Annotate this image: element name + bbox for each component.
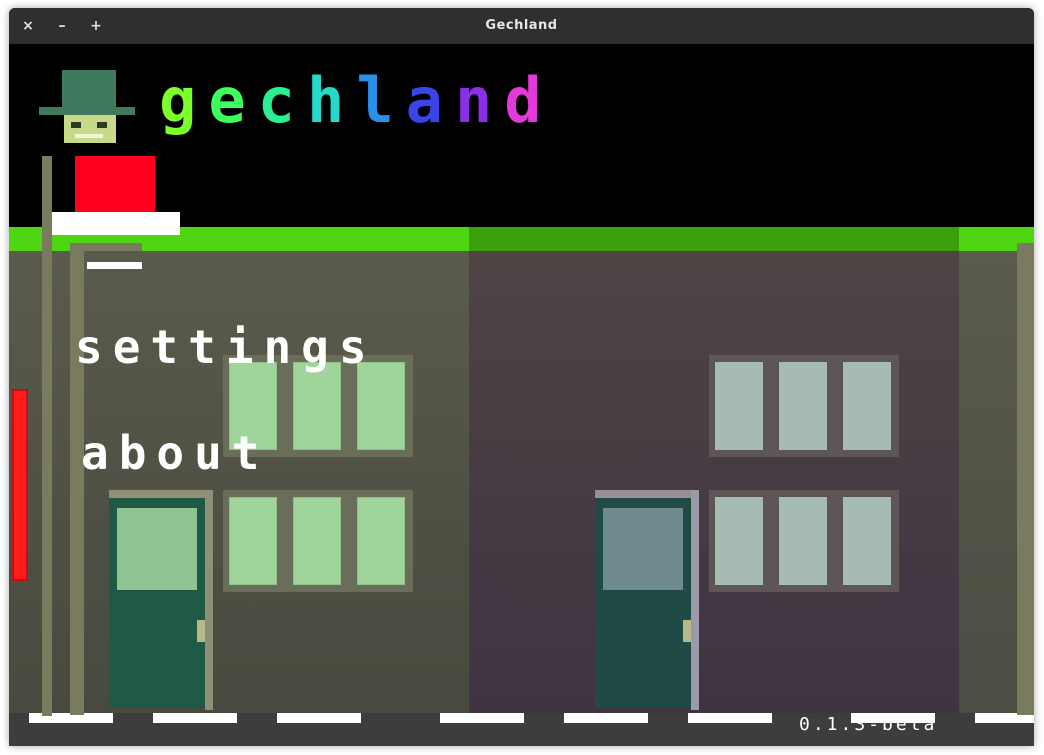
road-stripe (153, 713, 237, 723)
door-window (603, 508, 683, 590)
logo-letter: d (504, 64, 554, 137)
road-stripe (564, 713, 648, 723)
road-stripe (440, 713, 524, 723)
character-eye (71, 122, 81, 128)
house-window (715, 362, 763, 450)
house-window (843, 497, 891, 585)
house-window (293, 362, 341, 450)
game-logo: gechland (159, 70, 554, 132)
house-window (293, 497, 341, 585)
lamp-post (1017, 243, 1034, 715)
house-door (595, 498, 693, 708)
title-bar[interactable]: × – + Gechland (9, 8, 1034, 44)
house-window (357, 362, 405, 450)
character-coat (75, 156, 155, 214)
lamp-post (42, 156, 52, 716)
door-frame (205, 490, 213, 710)
door-lintel (109, 490, 213, 498)
house-window (229, 497, 277, 585)
roof-shade (469, 227, 959, 252)
lamp-post-arm (70, 243, 142, 251)
house-window (843, 362, 891, 450)
door-handle (683, 620, 691, 642)
house-window (715, 497, 763, 585)
logo-letter: n (454, 64, 505, 137)
hat-icon (62, 70, 116, 108)
logo-letter: l (356, 64, 406, 137)
game-canvas[interactable]: gechland settings about 0.1.3-beta (9, 44, 1034, 746)
road-stripe (688, 713, 772, 723)
house-window (779, 362, 827, 450)
logo-letter: e (208, 64, 258, 137)
character-trim (52, 212, 180, 235)
version-label: 0.1.3-beta (799, 714, 938, 735)
red-sign (12, 389, 28, 581)
door-handle (197, 620, 205, 642)
door-frame (691, 490, 699, 710)
window-title: Gechland (485, 18, 558, 33)
character-mouth (75, 134, 103, 138)
house-window (779, 497, 827, 585)
door-lintel (595, 490, 699, 498)
about-menu-item[interactable]: about (81, 426, 269, 480)
hat-brim (39, 107, 135, 115)
settings-menu-item[interactable]: settings (75, 320, 377, 374)
house-window (357, 497, 405, 585)
logo-letter: a (405, 64, 455, 137)
logo-letter: g (159, 64, 209, 137)
door-window (117, 508, 197, 590)
menu-cursor (87, 262, 142, 269)
character-eye (97, 122, 107, 128)
logo-letter: h (306, 64, 357, 137)
character-shadow (52, 156, 75, 214)
logo-letter: c (257, 64, 307, 137)
character-face (64, 115, 116, 143)
house-middle (469, 251, 959, 713)
game-window: × – + Gechland gechland settings about 0… (9, 8, 1034, 746)
house-door (109, 498, 207, 708)
road-stripe (277, 713, 361, 723)
